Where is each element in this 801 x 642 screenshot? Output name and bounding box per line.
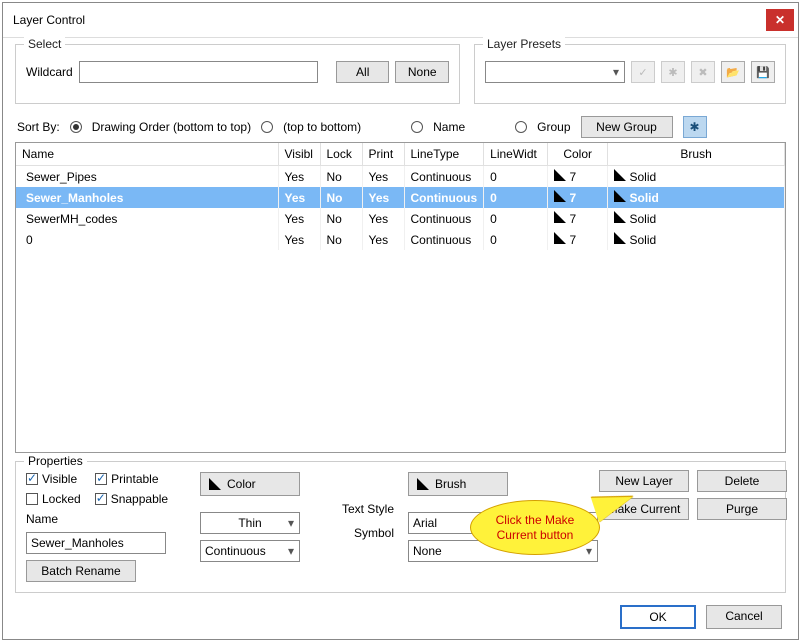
layer-name-input[interactable] xyxy=(26,532,166,554)
presets-select[interactable] xyxy=(485,61,625,83)
textstyle-select[interactable]: Arial xyxy=(408,512,598,534)
col-visible[interactable]: Visibl xyxy=(278,143,320,166)
table-row[interactable]: SewerMH_codesYesNoYesContinuous0 7 Solid xyxy=(16,208,785,229)
right-button-group: New Layer Delete Make Current Purge xyxy=(599,470,787,520)
sort-r3-label: Name xyxy=(433,120,465,134)
name-label: Name xyxy=(26,512,186,526)
new-layer-button[interactable]: New Layer xyxy=(599,470,689,492)
printable-checkbox[interactable] xyxy=(95,473,107,485)
select-fieldset: Select Wildcard All None xyxy=(15,44,460,104)
properties-legend: Properties xyxy=(24,454,87,468)
select-legend: Select xyxy=(24,37,65,51)
symbol-select[interactable]: None xyxy=(408,540,598,562)
triangle-icon xyxy=(417,478,429,490)
content: Select Wildcard All None Layer Presets ✓… xyxy=(3,38,798,639)
select-all-button[interactable]: All xyxy=(336,61,390,83)
printable-label: Printable xyxy=(111,472,158,486)
select-none-button[interactable]: None xyxy=(395,61,449,83)
layer-table[interactable]: Name Visibl Lock Print LineType LineWidt… xyxy=(15,142,786,453)
table-row[interactable]: Sewer_PipesYesNoYesContinuous0 7 Solid xyxy=(16,166,785,188)
delete-button[interactable]: Delete xyxy=(697,470,787,492)
preset-delete-icon[interactable]: ✖ xyxy=(691,61,715,83)
col-linewidth[interactable]: LineWidt xyxy=(484,143,548,166)
ok-button[interactable]: OK xyxy=(620,605,696,629)
lineweight-select[interactable]: Thin xyxy=(200,512,300,534)
table-header-row: Name Visibl Lock Print LineType LineWidt… xyxy=(16,143,785,166)
triangle-icon xyxy=(209,478,221,490)
col-lock[interactable]: Lock xyxy=(320,143,362,166)
col-name[interactable]: Name xyxy=(16,143,278,166)
preset-new-icon[interactable]: ✱ xyxy=(661,61,685,83)
properties-fieldset: Properties Visible Printable Locked Snap… xyxy=(15,461,786,593)
cancel-button[interactable]: Cancel xyxy=(706,605,782,629)
locked-checkbox[interactable] xyxy=(26,493,38,505)
sort-r2-label: (top to bottom) xyxy=(283,120,361,134)
layer-control-window: Layer Control ✕ Select Wildcard All None… xyxy=(2,2,799,640)
close-button[interactable]: ✕ xyxy=(766,9,794,31)
col-color[interactable]: Color xyxy=(548,143,608,166)
sort-drawing-order-radio[interactable] xyxy=(70,121,82,133)
titlebar: Layer Control ✕ xyxy=(3,3,798,38)
snappable-label: Snappable xyxy=(111,492,168,506)
brush-button[interactable]: Brush xyxy=(408,472,508,496)
linetype-select[interactable]: Continuous xyxy=(200,540,300,562)
color-button[interactable]: Color xyxy=(200,472,300,496)
presets-fieldset: Layer Presets ✓ ✱ ✖ 📂 💾 xyxy=(474,44,786,104)
table-row[interactable]: 0YesNoYesContinuous0 7 Solid xyxy=(16,229,785,250)
sort-top-bottom-radio[interactable] xyxy=(261,121,273,133)
presets-legend: Layer Presets xyxy=(483,37,565,51)
sortby-row: Sort By: Drawing Order (bottom to top) (… xyxy=(17,116,786,138)
locked-label: Locked xyxy=(42,492,81,506)
wildcard-label: Wildcard xyxy=(26,65,73,79)
wildcard-input[interactable] xyxy=(79,61,319,83)
preset-open-icon[interactable]: 📂 xyxy=(721,61,745,83)
sort-group-radio[interactable] xyxy=(515,121,527,133)
sort-name-radio[interactable] xyxy=(411,121,423,133)
col-linetype[interactable]: LineType xyxy=(404,143,484,166)
preset-apply-icon[interactable]: ✓ xyxy=(631,61,655,83)
new-group-button[interactable]: New Group xyxy=(581,116,673,138)
preset-save-icon[interactable]: 💾 xyxy=(751,61,775,83)
snappable-checkbox[interactable] xyxy=(95,493,107,505)
batch-rename-button[interactable]: Batch Rename xyxy=(26,560,136,582)
table-row[interactable]: Sewer_ManholesYesNoYesContinuous0 7 Soli… xyxy=(16,187,785,208)
col-brush[interactable]: Brush xyxy=(608,143,785,166)
visible-checkbox[interactable] xyxy=(26,473,38,485)
sortby-label: Sort By: xyxy=(17,120,60,134)
sort-r1-label: Drawing Order (bottom to top) xyxy=(92,120,251,134)
purge-button[interactable]: Purge xyxy=(697,498,787,520)
symbol-label: Symbol xyxy=(354,526,394,540)
textstyle-label: Text Style xyxy=(342,502,394,516)
sort-r4-label: Group xyxy=(537,120,570,134)
make-current-button[interactable]: Make Current xyxy=(599,498,689,520)
window-title: Layer Control xyxy=(13,13,766,27)
col-print[interactable]: Print xyxy=(362,143,404,166)
sort-star-button[interactable]: ✱ xyxy=(683,116,707,138)
dialog-buttons: OK Cancel xyxy=(15,593,786,633)
visible-label: Visible xyxy=(42,472,77,486)
